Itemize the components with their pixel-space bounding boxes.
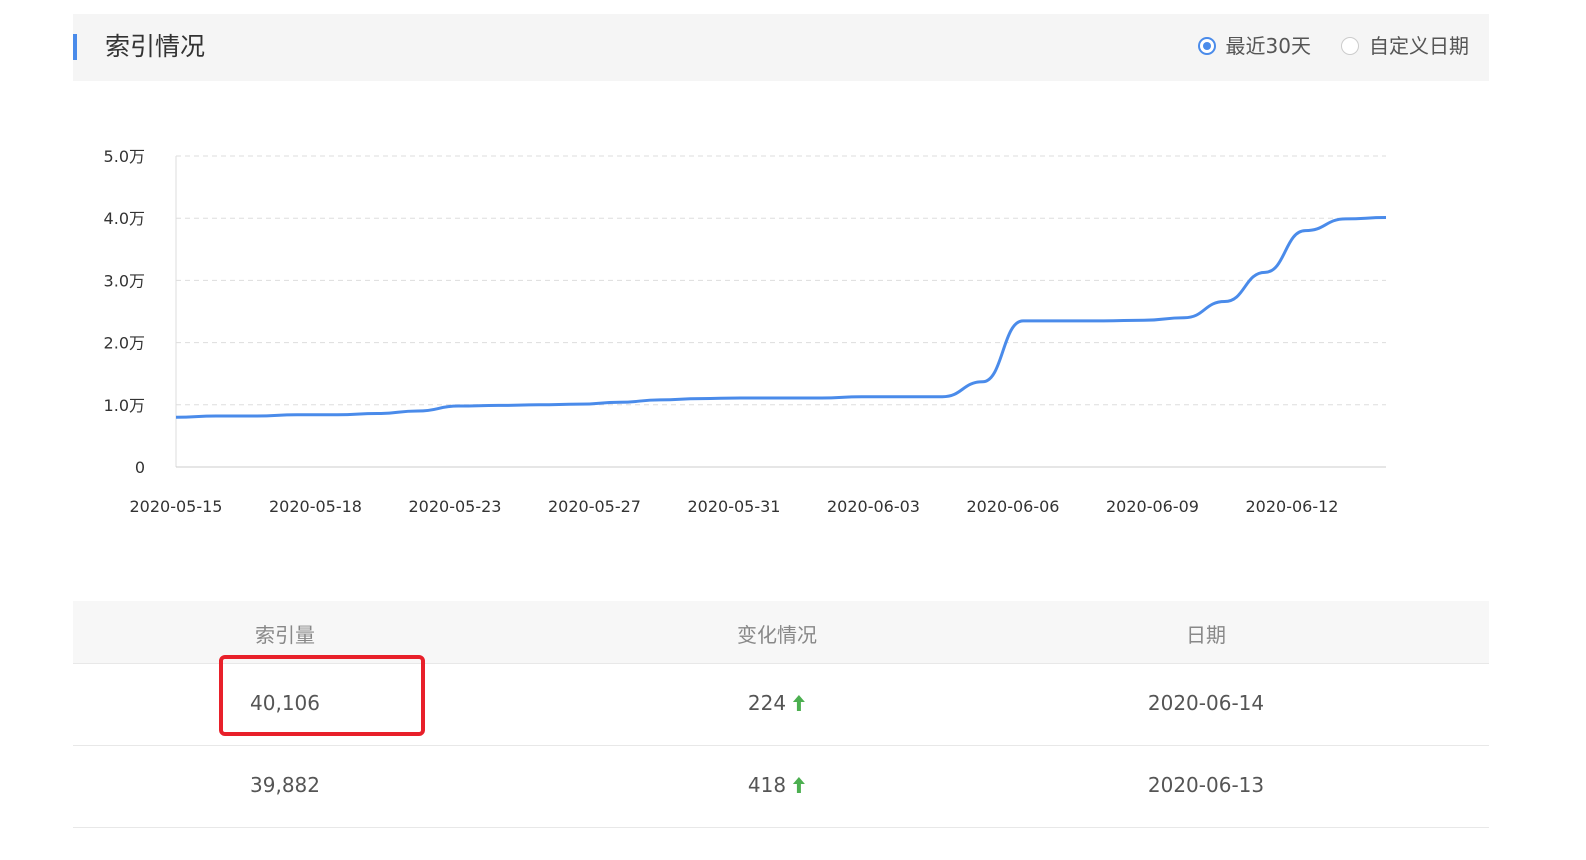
y-tick-label: 1.0万 [104,396,145,415]
cell-change: 418 [748,773,806,797]
series-line [175,216,1387,419]
change-value: 224 [747,691,787,715]
index-line-chart: 0 1.0万 2.0万 3.0万 4.0万 5.0万 2020-05-15 2020-05-1… [104,147,1387,516]
cell-date: 2020-06-14 [1147,691,1265,715]
up-arrow-icon [793,777,806,793]
x-tick-label: 2020-05-31 [688,497,781,516]
column-header-count: 索引量 [255,623,315,647]
cell-date: 2020-06-13 [1147,773,1265,797]
y-tick-label: 4.0万 [104,209,145,228]
up-arrow-icon [793,695,806,711]
y-tick-label: 5.0万 [104,147,145,166]
y-tick-label: 3.0万 [104,271,145,290]
y-tick-label: 0 [135,458,145,477]
x-tick-label: 2020-06-03 [827,497,920,516]
highlight-box [219,655,425,736]
cell-count: 39,882 [250,773,320,797]
x-tick-label: 2020-06-12 [1246,497,1339,516]
column-header-change: 变化情况 [737,623,817,647]
table-row: 39,882 418 2020-06-13 [73,746,1489,828]
x-tick-label: 2020-05-27 [548,497,641,516]
x-tick-label: 2020-06-06 [967,497,1060,516]
x-tick-label: 2020-05-23 [409,497,502,516]
column-header-date: 日期 [1186,623,1226,647]
cell-change: 224 [748,691,806,715]
y-tick-label: 2.0万 [104,334,145,353]
x-tick-label: 2020-05-15 [130,497,223,516]
change-value: 418 [747,773,787,797]
x-tick-label: 2020-06-09 [1106,497,1199,516]
x-tick-label: 2020-05-18 [269,497,362,516]
